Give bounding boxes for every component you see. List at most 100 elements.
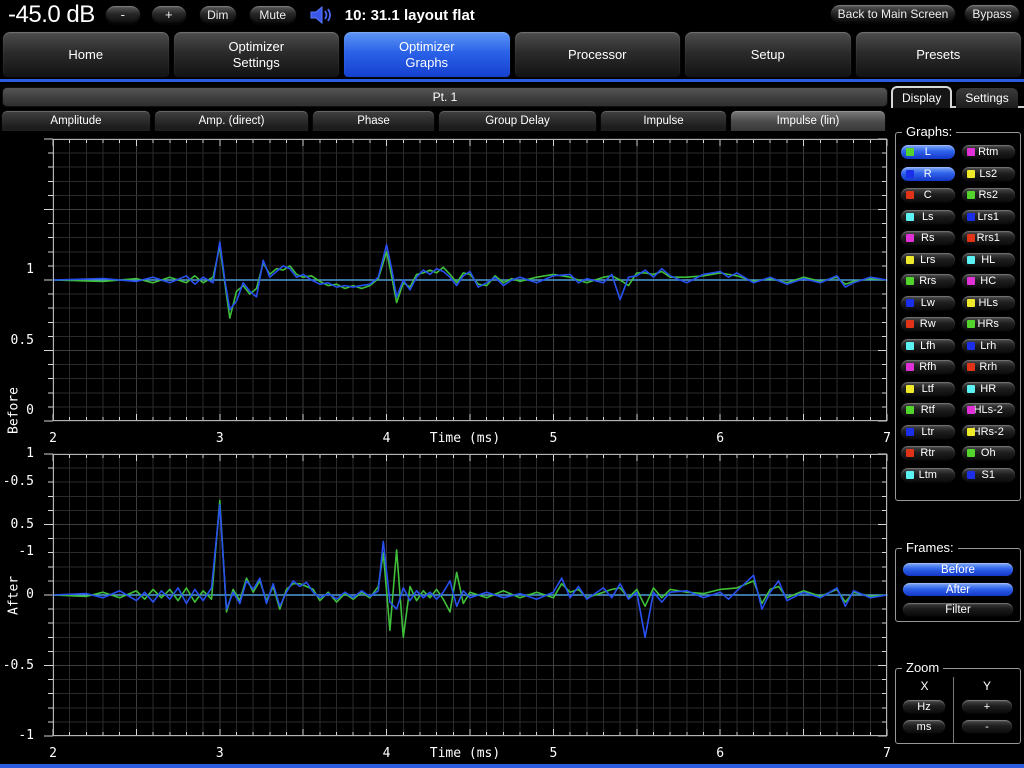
channel-button-lw[interactable]: Lw: [900, 294, 956, 311]
tab-home[interactable]: Home: [2, 31, 170, 78]
channel-button-ls[interactable]: Ls: [900, 208, 956, 225]
channel-button-rrs[interactable]: Rrs: [900, 273, 956, 289]
after-impulse-plot[interactable]: [44, 453, 888, 737]
channel-color-swatch: [906, 406, 914, 414]
channel-color-swatch: [966, 298, 975, 307]
channel-label: Lfh: [920, 339, 936, 352]
bypass-button[interactable]: Bypass: [964, 4, 1020, 24]
graph-tab-amplitude[interactable]: Amplitude: [1, 110, 151, 131]
channel-color-swatch: [906, 449, 914, 457]
mute-button[interactable]: Mute: [248, 5, 297, 25]
channel-button-ltm[interactable]: Ltm: [900, 466, 956, 483]
channel-button-hrs-2[interactable]: HRs-2: [960, 423, 1016, 440]
channel-label: R: [923, 167, 932, 180]
x-axis-title: Time (ms): [429, 746, 501, 761]
channel-button-rtr[interactable]: Rtr: [900, 445, 956, 461]
graph-tab-phase[interactable]: Phase: [312, 110, 435, 131]
channel-label: Lrs1: [977, 210, 999, 223]
channel-label: Lrh: [980, 339, 997, 352]
channel-button-r[interactable]: R: [900, 165, 956, 182]
channel-button-lrh[interactable]: Lrh: [960, 337, 1016, 354]
tab-processor[interactable]: Processor: [513, 31, 681, 78]
channel-label: Ls2: [979, 167, 998, 180]
zoom-x-ms-button[interactable]: ms: [902, 719, 946, 734]
back-to-main-screen-button[interactable]: Back to Main Screen: [830, 4, 956, 24]
frame-button-filter[interactable]: Filter: [902, 602, 1014, 617]
tab-optimizer-settings[interactable]: Optimizer Settings: [172, 31, 340, 78]
channel-button-l[interactable]: L: [900, 144, 956, 160]
tab-settings[interactable]: Settings: [956, 88, 1018, 108]
channel-label: Rs2: [978, 189, 999, 201]
channel-button-lfh[interactable]: Lfh: [900, 337, 956, 354]
tab-presets[interactable]: Presets: [854, 31, 1022, 78]
frame-button-after[interactable]: After: [902, 582, 1014, 597]
channel-button-s1[interactable]: S1: [960, 466, 1016, 483]
channel-button-hls-2[interactable]: HLs-2: [960, 402, 1016, 418]
channel-button-hr[interactable]: HR: [960, 380, 1016, 397]
x-tick-label: 7: [883, 746, 891, 761]
channel-button-rtf[interactable]: Rtf: [900, 402, 956, 418]
after-x-axis: 2 3 4 5 6 7 Time (ms): [49, 746, 891, 762]
channel-button-hc[interactable]: HC: [960, 273, 1016, 289]
channel-label: HRs: [977, 318, 999, 330]
main-tabs: Home Optimizer Settings Optimizer Graphs Pr…: [0, 31, 1024, 78]
measurement-point-bar[interactable]: Pt. 1: [2, 87, 888, 107]
channel-button-rs[interactable]: Rs: [900, 230, 956, 246]
channel-color-swatch: [906, 148, 914, 156]
graph-tab-impulse[interactable]: Impulse: [600, 110, 727, 131]
channel-button-rtm[interactable]: Rtm: [960, 144, 1016, 160]
channel-button-lrs1[interactable]: Lrs1: [960, 208, 1016, 225]
zoom-y-minus-button[interactable]: -: [961, 719, 1013, 734]
graph-tab-group-delay[interactable]: Group Delay: [438, 110, 597, 131]
channel-button-lrs[interactable]: Lrs: [900, 251, 956, 268]
channel-color-swatch: [966, 320, 975, 328]
channel-button-c[interactable]: C: [900, 187, 956, 203]
bottom-accent-strip: [0, 764, 1024, 768]
display-settings-tabs: Display Settings: [891, 86, 1024, 108]
zoom-group-label: Zoom: [902, 660, 944, 675]
x-tick-label: 4: [382, 746, 391, 761]
tab-optimizer-graphs[interactable]: Optimizer Graphs: [343, 31, 511, 78]
channel-label: HLs: [978, 296, 999, 309]
y-tick-label: 0.5: [10, 516, 34, 532]
tab-setup[interactable]: Setup: [684, 31, 852, 78]
channel-button-rfh[interactable]: Rfh: [900, 359, 956, 375]
zoom-x-hz-button[interactable]: Hz: [902, 699, 946, 714]
channel-label: C: [923, 189, 932, 201]
channel-color-swatch: [966, 363, 975, 371]
graph-tab-impulse-lin[interactable]: Impulse (lin): [730, 110, 886, 131]
channel-button-hls[interactable]: HLs: [960, 294, 1016, 311]
channel-color-swatch: [906, 320, 914, 328]
channel-button-hrs[interactable]: HRs: [960, 316, 1016, 332]
before-impulse-plot[interactable]: [44, 138, 888, 422]
volume-down-button[interactable]: -: [104, 5, 141, 25]
graph-tab-amp-direct[interactable]: Amp. (direct): [154, 110, 309, 131]
frame-button-before[interactable]: Before: [902, 562, 1014, 577]
channel-button-ls2[interactable]: Ls2: [960, 165, 1016, 182]
tab-display[interactable]: Display: [891, 86, 953, 108]
optimizer-graphs-screen: -45.0 dB - + Dim Mute 10: 31.1 layout fl…: [0, 0, 1024, 768]
channel-button-hl[interactable]: HL: [960, 251, 1016, 268]
graphs-group: Graphs: L Rtm R Ls2 C Rs2 Ls Lrs1 Rs Rrs1 Lrs HL Rrs…: [895, 124, 1021, 501]
zoom-x-header: X: [920, 679, 929, 693]
preset-title: 10: 31.1 layout flat: [344, 6, 475, 24]
zoom-y-plus-button[interactable]: +: [961, 699, 1013, 714]
volume-up-button[interactable]: +: [150, 5, 187, 25]
channel-color-swatch: [906, 255, 914, 264]
channel-button-rrh[interactable]: Rrh: [960, 359, 1016, 375]
channel-button-oh[interactable]: Oh: [960, 445, 1016, 461]
y-tick-label: 0: [26, 403, 34, 419]
channel-label: HLs-2: [973, 404, 1003, 416]
dim-button[interactable]: Dim: [198, 5, 237, 25]
channel-label: Lrs: [920, 253, 936, 266]
channel-button-rw[interactable]: Rw: [900, 316, 956, 332]
channel-button-ltr[interactable]: Ltr: [900, 423, 956, 440]
channel-button-rs2[interactable]: Rs2: [960, 187, 1016, 203]
channel-color-swatch: [906, 470, 914, 479]
channel-button-rrs1[interactable]: Rrs1: [960, 230, 1016, 246]
frames-group: Frames: Before After Filter: [895, 540, 1021, 622]
channel-color-swatch: [906, 427, 914, 436]
channel-button-ltf[interactable]: Ltf: [900, 380, 956, 397]
channel-color-swatch: [906, 341, 914, 350]
y-tick-label: 0: [26, 587, 34, 603]
